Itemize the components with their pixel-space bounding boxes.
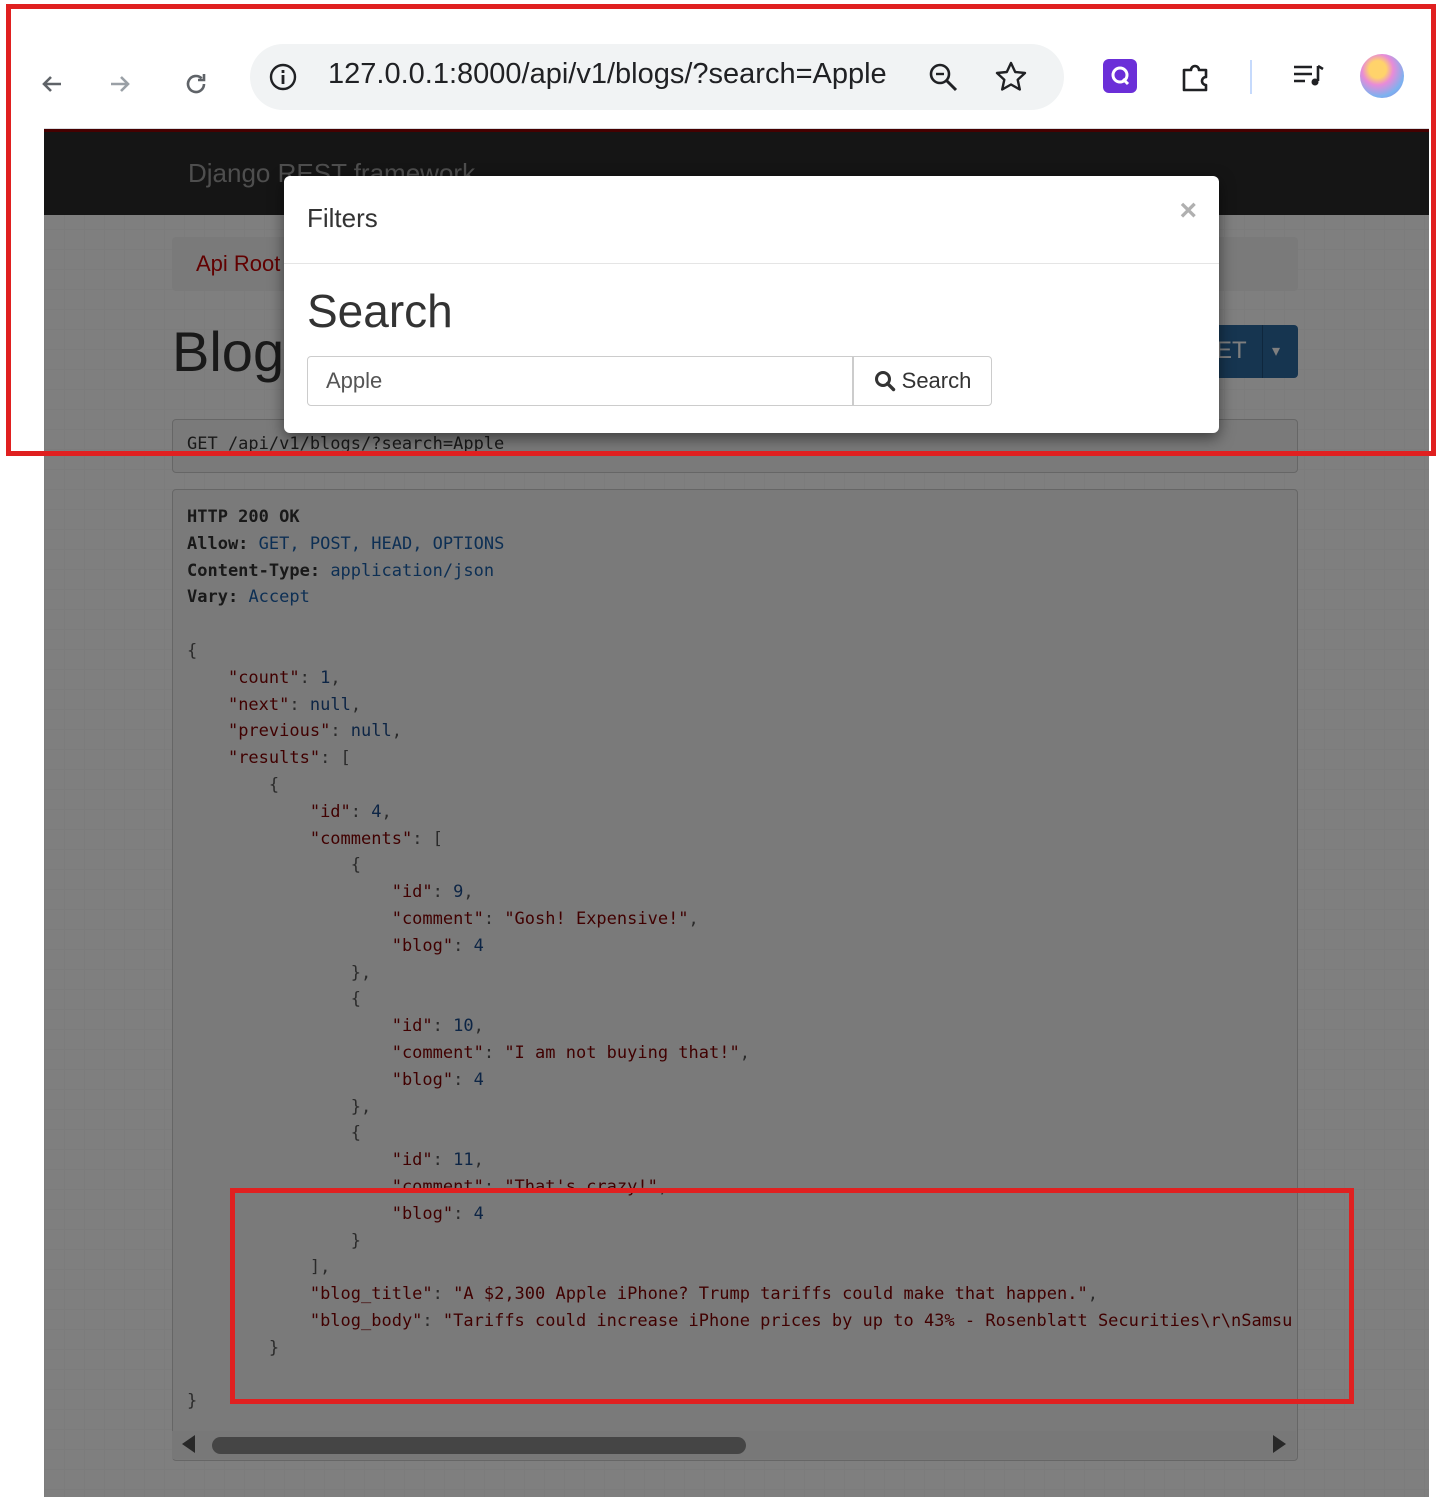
modal-title: Filters — [307, 203, 378, 233]
site-info-icon[interactable] — [268, 62, 298, 92]
back-arrow-icon — [42, 76, 61, 92]
forward-arrow-icon — [111, 76, 130, 92]
address-bar[interactable]: 127.0.0.1:8000/api/v1/blogs/?search=Appl… — [250, 44, 1064, 110]
extension-q-icon[interactable] — [1102, 58, 1138, 94]
search-button-label: Search — [901, 368, 972, 393]
url-text[interactable]: 127.0.0.1:8000/api/v1/blogs/?search=Appl… — [328, 58, 887, 91]
browser-toolbar: 127.0.0.1:8000/api/v1/blogs/?search=Appl… — [42, 40, 1429, 129]
zoom-icon[interactable] — [926, 60, 960, 94]
modal-header: Filters × — [284, 176, 1219, 264]
reload-button[interactable] — [174, 62, 218, 106]
extensions-puzzle-icon[interactable] — [1178, 58, 1214, 94]
search-icon — [874, 371, 895, 392]
bookmark-star-icon[interactable] — [994, 60, 1028, 94]
forward-button[interactable] — [98, 62, 142, 106]
reload-icon — [186, 74, 206, 94]
search-heading: Search — [307, 285, 453, 337]
back-button[interactable] — [30, 62, 74, 106]
media-control-icon[interactable] — [1290, 58, 1326, 94]
toolbar-separator — [1250, 60, 1252, 94]
close-icon[interactable]: × — [1179, 194, 1197, 228]
filters-modal: Filters × Search Search — [284, 176, 1219, 433]
search-input[interactable] — [307, 356, 853, 406]
profile-avatar[interactable] — [1360, 54, 1404, 98]
search-button[interactable]: Search — [853, 356, 992, 406]
